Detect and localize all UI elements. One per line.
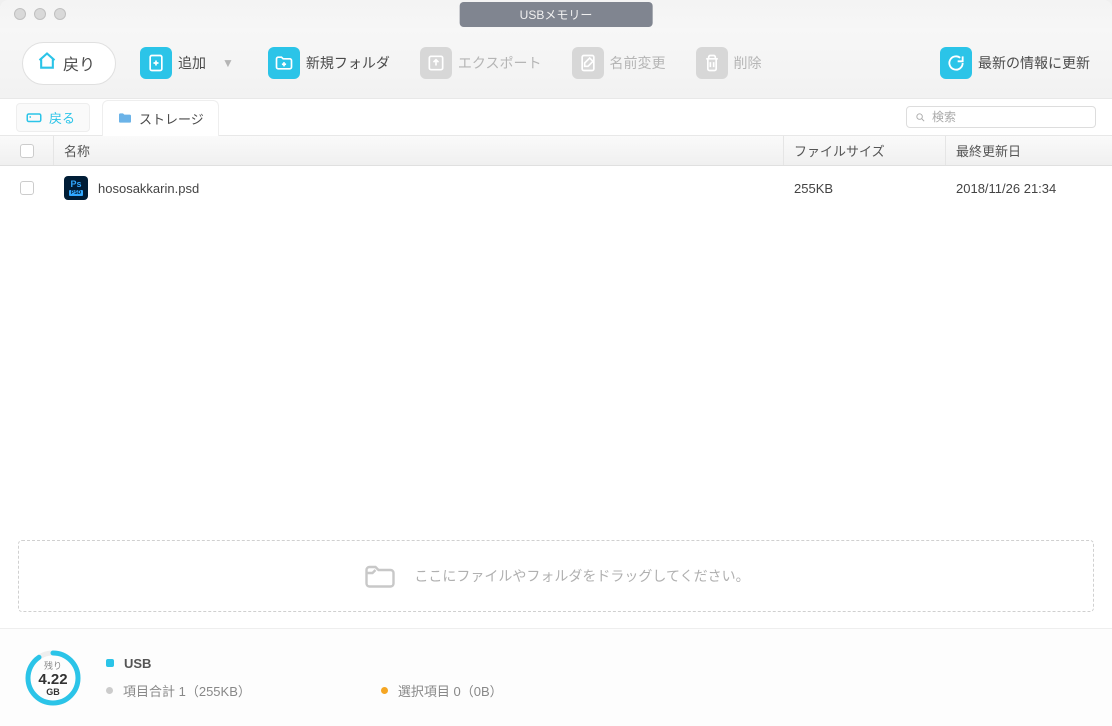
table-row[interactable]: PsPSD hososakkarin.psd 255KB 2018/11/26 … (0, 166, 1112, 210)
export-icon (420, 47, 452, 79)
add-file-icon (140, 47, 172, 79)
file-name: hososakkarin.psd (98, 181, 199, 196)
drop-zone[interactable]: ここにファイルやフォルダをドラッグしてください。 (18, 540, 1094, 612)
header-name[interactable]: 名称 (54, 136, 784, 165)
selected-items-text: 選択項目 0（0B） (398, 681, 503, 700)
delete-label: 削除 (734, 53, 762, 73)
export-label: エクスポート (458, 53, 542, 73)
selected-bullet-icon (381, 687, 388, 694)
rename-label: 名前変更 (610, 53, 666, 73)
select-all-checkbox[interactable] (20, 144, 34, 158)
refresh-button[interactable]: 最新の情報に更新 (940, 47, 1090, 79)
new-folder-button[interactable]: 新規フォルダ (268, 47, 390, 79)
footer-info: USB 項目合計 1（255KB） 選択項目 0（0B） (106, 656, 503, 700)
app-window: USBメモリー 戻り 追加 ▼ 新規フォルダ エクスポート (0, 0, 1112, 726)
search-box[interactable] (906, 106, 1096, 128)
maximize-dot[interactable] (54, 8, 66, 20)
total-items-text: 項目合計 1（255KB） (123, 681, 251, 700)
breadcrumb-storage-label: ストレージ (139, 109, 204, 128)
rename-button: 名前変更 (572, 47, 666, 79)
row-checkbox-cell (0, 166, 54, 210)
toolbar: 戻り 追加 ▼ 新規フォルダ エクスポート 名前変更 (0, 28, 1112, 98)
folder-plus-icon (268, 47, 300, 79)
window-title: USBメモリー (460, 2, 653, 27)
back-button[interactable]: 戻り (22, 42, 116, 85)
usb-label: USB (124, 656, 151, 671)
gauge-remaining-label: 残り (44, 659, 62, 672)
refresh-label: 最新の情報に更新 (978, 53, 1090, 73)
row-checkbox[interactable] (20, 181, 34, 195)
minimize-dot[interactable] (34, 8, 46, 20)
header-date[interactable]: 最終更新日 (946, 136, 1112, 165)
header-size[interactable]: ファイルサイズ (784, 136, 946, 165)
new-folder-label: 新規フォルダ (306, 53, 390, 73)
breadcrumb-back-label: 戻る (49, 108, 75, 127)
traffic-lights (0, 8, 66, 20)
chevron-down-icon[interactable]: ▼ (222, 56, 234, 70)
gauge-value: 4.22 (38, 672, 67, 687)
rename-icon (572, 47, 604, 79)
breadcrumb-storage-tab[interactable]: ストレージ (102, 100, 219, 136)
breadcrumb-bar: 戻る ストレージ (0, 98, 1112, 136)
psd-file-icon: PsPSD (64, 176, 88, 200)
header-checkbox-cell (0, 136, 54, 165)
refresh-icon (940, 47, 972, 79)
file-size: 255KB (784, 166, 946, 210)
folder-icon (117, 110, 133, 126)
add-label: 追加 (178, 53, 206, 73)
add-button[interactable]: 追加 (140, 47, 206, 79)
drop-zone-text: ここにファイルやフォルダをドラッグしてください。 (414, 566, 749, 586)
delete-button: 削除 (696, 47, 762, 79)
titlebar: USBメモリー (0, 0, 1112, 28)
search-icon (915, 111, 926, 124)
file-date: 2018/11/26 21:34 (946, 166, 1112, 210)
back-label: 戻り (63, 51, 95, 75)
usb-bullet-icon (106, 659, 114, 667)
footer: 残り 4.22 GB USB 項目合計 1（255KB） 選択項目 0（0B） (0, 628, 1112, 726)
storage-gauge: 残り 4.22 GB (24, 649, 82, 707)
breadcrumb-back-button[interactable]: 戻る (16, 103, 90, 132)
trash-icon (696, 47, 728, 79)
folder-outline-icon (362, 558, 398, 594)
search-input[interactable] (932, 110, 1087, 124)
table-body: PsPSD hososakkarin.psd 255KB 2018/11/26 … (0, 166, 1112, 210)
total-bullet-icon (106, 687, 113, 694)
gauge-unit: GB (46, 687, 60, 697)
close-dot[interactable] (14, 8, 26, 20)
table-header: 名称 ファイルサイズ 最終更新日 (0, 136, 1112, 166)
export-button: エクスポート (420, 47, 542, 79)
drive-icon (25, 108, 43, 126)
home-icon (37, 51, 57, 76)
